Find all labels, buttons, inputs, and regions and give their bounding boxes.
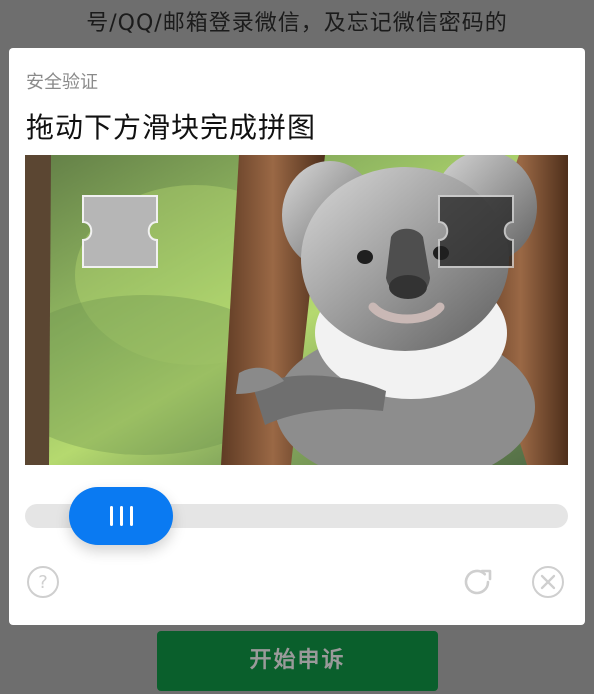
grip-lines-icon <box>119 506 123 526</box>
slider-handle[interactable] <box>69 487 173 545</box>
close-circle-icon[interactable] <box>531 565 565 599</box>
puzzle-image <box>25 155 568 465</box>
start-appeal-button[interactable]: 开始申诉 <box>157 631 438 691</box>
modal-subtitle: 安全验证 <box>26 72 98 93</box>
grip-lines-icon <box>109 506 113 526</box>
grip-lines-icon <box>129 506 133 526</box>
svg-text:?: ? <box>38 572 48 593</box>
close-icon-graphic <box>532 566 564 598</box>
help-circle-icon[interactable]: ? <box>26 565 60 599</box>
security-verification-modal: 安全验证 拖动下方滑块完成拼图 ? <box>9 48 585 625</box>
help-icon-graphic: ? <box>27 566 59 598</box>
background-title-text: 号/QQ/邮箱登录微信，及忘记微信密码的 <box>86 11 508 36</box>
modal-title: 拖动下方滑块完成拼图 <box>26 111 317 144</box>
refresh-icon[interactable] <box>460 565 494 599</box>
refresh-icon-graphic <box>464 569 492 595</box>
puzzle-scene <box>25 155 568 465</box>
